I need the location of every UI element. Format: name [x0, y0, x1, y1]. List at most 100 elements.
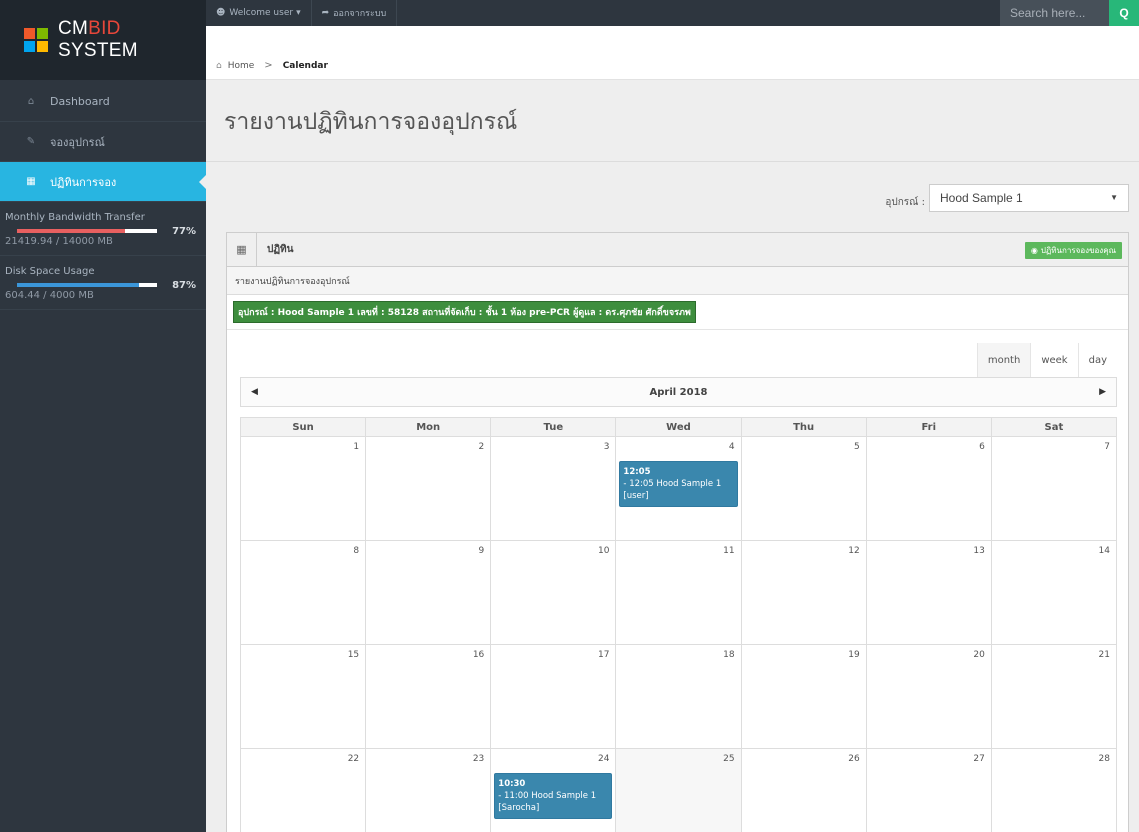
calendar-event[interactable]: 12:05 - 12:05 Hood Sample 1 [user]	[619, 461, 738, 507]
day-number: 9	[478, 546, 485, 556]
week-row: 1 2 3 4 12:05 - 12:05 Hood Sample 1 [use…	[241, 437, 1117, 541]
day-cell[interactable]: 20	[867, 645, 992, 748]
day-cell[interactable]: 26	[742, 749, 867, 832]
day-cell[interactable]: 8	[241, 541, 367, 644]
breadcrumb-home[interactable]: Home	[228, 61, 255, 71]
day-cell[interactable]: 19	[742, 645, 867, 748]
day-number: 13	[973, 546, 985, 556]
day-cell-today[interactable]: 25	[616, 749, 742, 832]
day-number: 20	[973, 650, 985, 660]
day-cell[interactable]: 11	[616, 541, 742, 644]
day-cell[interactable]: 10	[491, 541, 617, 644]
sidebar-item-dashboard[interactable]: ⌂ Dashboard	[0, 82, 206, 122]
disk-label: Disk Space Usage	[5, 266, 95, 277]
week-row: 22 23 24 10:30 - 11:00 Hood Sample 1 [Sa…	[241, 749, 1117, 832]
day-cell[interactable]: 14	[992, 541, 1117, 644]
day-number: 11	[723, 546, 735, 556]
device-select[interactable]: Hood Sample 1 ▼	[929, 184, 1129, 212]
my-booking-label: ปฏิทินการจองของคุณ	[1040, 246, 1116, 255]
day-cell[interactable]: 9	[366, 541, 492, 644]
pencil-icon: ✎	[26, 136, 36, 147]
day-number: 2	[478, 442, 485, 452]
day-cell[interactable]: 12	[742, 541, 867, 644]
view-day-button[interactable]: day	[1077, 343, 1117, 377]
day-number: 21	[1098, 650, 1110, 660]
day-number: 3	[603, 442, 610, 452]
sidebar-item-calendar[interactable]: ▦ ปฏิทินการจอง	[0, 162, 207, 202]
device-filter: อุปกรณ์ : Hood Sample 1 ▼	[206, 184, 1139, 212]
breadcrumb: ⌂ Home > Calendar	[206, 52, 1139, 80]
device-select-value: Hood Sample 1	[940, 191, 1023, 205]
day-cell[interactable]: 28	[992, 749, 1117, 832]
day-cell[interactable]: 6	[867, 437, 992, 540]
my-booking-button[interactable]: ◉ ปฏิทินการจองของคุณ	[1024, 242, 1122, 259]
week-row: 8 9 10 11 12 13 14	[241, 541, 1117, 645]
day-number: 5	[853, 442, 860, 452]
day-number: 16	[472, 650, 485, 660]
day-cell[interactable]: 24 10:30 - 11:00 Hood Sample 1 [Sarocha]	[491, 749, 617, 832]
caret-down-icon: ▾	[296, 8, 301, 18]
sidebar-item-label: ปฏิทินการจอง	[50, 175, 117, 189]
logout-label: ออกจากระบบ	[333, 9, 387, 19]
calendar-icon: ▦	[227, 233, 257, 267]
brand[interactable]: CMBID SYSTEM	[0, 0, 206, 80]
user-icon: ☻	[216, 8, 226, 18]
welcome-text: Welcome user	[229, 8, 294, 18]
weekday-label: Thu	[742, 418, 867, 436]
main-content: รายงานปฏิทินการจองอุปกรณ์ อุปกรณ์ : Hood…	[206, 80, 1139, 832]
day-number: 23	[472, 754, 485, 764]
day-cell[interactable]: 16	[366, 645, 492, 748]
day-cell[interactable]: 3	[491, 437, 617, 540]
brand-name: CMBID SYSTEM	[57, 18, 138, 61]
bandwidth-detail: 21419.94 / 14000 MB	[5, 236, 113, 247]
month-grid: Sun Mon Tue Wed Thu Fri Sat 1 2 3 4 12:0…	[240, 417, 1117, 832]
day-cell[interactable]: 23	[366, 749, 492, 832]
search-button[interactable]: Q	[1109, 0, 1139, 26]
day-number: 4	[728, 442, 735, 452]
calendar-widget: ▦ ปฏิทิน ◉ ปฏิทินการจองของคุณ รายงานปฏิท…	[226, 232, 1129, 832]
month-header: ◀ April 2018 ▶	[240, 377, 1117, 407]
logo-icon	[24, 28, 48, 52]
day-cell[interactable]: 7	[992, 437, 1117, 540]
weekday-header: Sun Mon Tue Wed Thu Fri Sat	[241, 417, 1117, 437]
day-cell[interactable]: 18	[616, 645, 742, 748]
day-cell[interactable]: 4 12:05 - 12:05 Hood Sample 1 [user]	[616, 437, 742, 540]
weekday-label: Tue	[491, 418, 617, 436]
day-cell[interactable]: 13	[867, 541, 992, 644]
day-cell[interactable]: 1	[241, 437, 367, 540]
prev-month-icon[interactable]: ◀	[251, 387, 258, 397]
day-number: 12	[848, 546, 860, 556]
day-cell[interactable]: 5	[742, 437, 867, 540]
day-number: 7	[1104, 442, 1110, 452]
search-input[interactable]	[1000, 0, 1109, 26]
day-cell[interactable]: 2	[366, 437, 492, 540]
top-bar: ☻ Welcome user ▾ ➦ ออกจากระบบ Q	[206, 0, 1139, 26]
day-cell[interactable]: 17	[491, 645, 617, 748]
day-number: 10	[597, 546, 610, 556]
view-week-button[interactable]: week	[1030, 343, 1077, 377]
divider	[206, 161, 1139, 162]
view-month-button[interactable]: month	[976, 343, 1031, 377]
day-cell[interactable]: 15	[241, 645, 367, 748]
search-icon: Q	[1119, 6, 1129, 20]
calendar-event[interactable]: 10:30 - 11:00 Hood Sample 1 [Sarocha]	[494, 773, 613, 819]
logout-button[interactable]: ➦ ออกจากระบบ	[312, 0, 398, 26]
sidebar-item-booking[interactable]: ✎ จองอุปกรณ์	[0, 122, 206, 162]
event-time: 12:05	[623, 467, 651, 477]
weekday-label: Fri	[867, 418, 992, 436]
weekday-label: Wed	[616, 418, 742, 436]
day-number: 26	[848, 754, 860, 764]
home-icon: ⌂	[27, 96, 35, 107]
event-title: - 11:00 Hood Sample 1	[498, 791, 597, 801]
share-icon: ➦	[321, 8, 330, 18]
event-user: [Sarocha]	[498, 803, 540, 813]
disk-stat: Disk Space Usage 87% 604.44 / 4000 MB	[0, 256, 206, 310]
bandwidth-percent: 77%	[172, 226, 196, 237]
day-cell[interactable]: 27	[867, 749, 992, 832]
day-number: 22	[347, 754, 360, 764]
user-menu[interactable]: ☻ Welcome user ▾	[206, 0, 312, 26]
next-month-icon[interactable]: ▶	[1099, 387, 1106, 397]
day-cell[interactable]: 22	[241, 749, 367, 832]
day-number: 8	[353, 546, 360, 556]
day-cell[interactable]: 21	[992, 645, 1117, 748]
